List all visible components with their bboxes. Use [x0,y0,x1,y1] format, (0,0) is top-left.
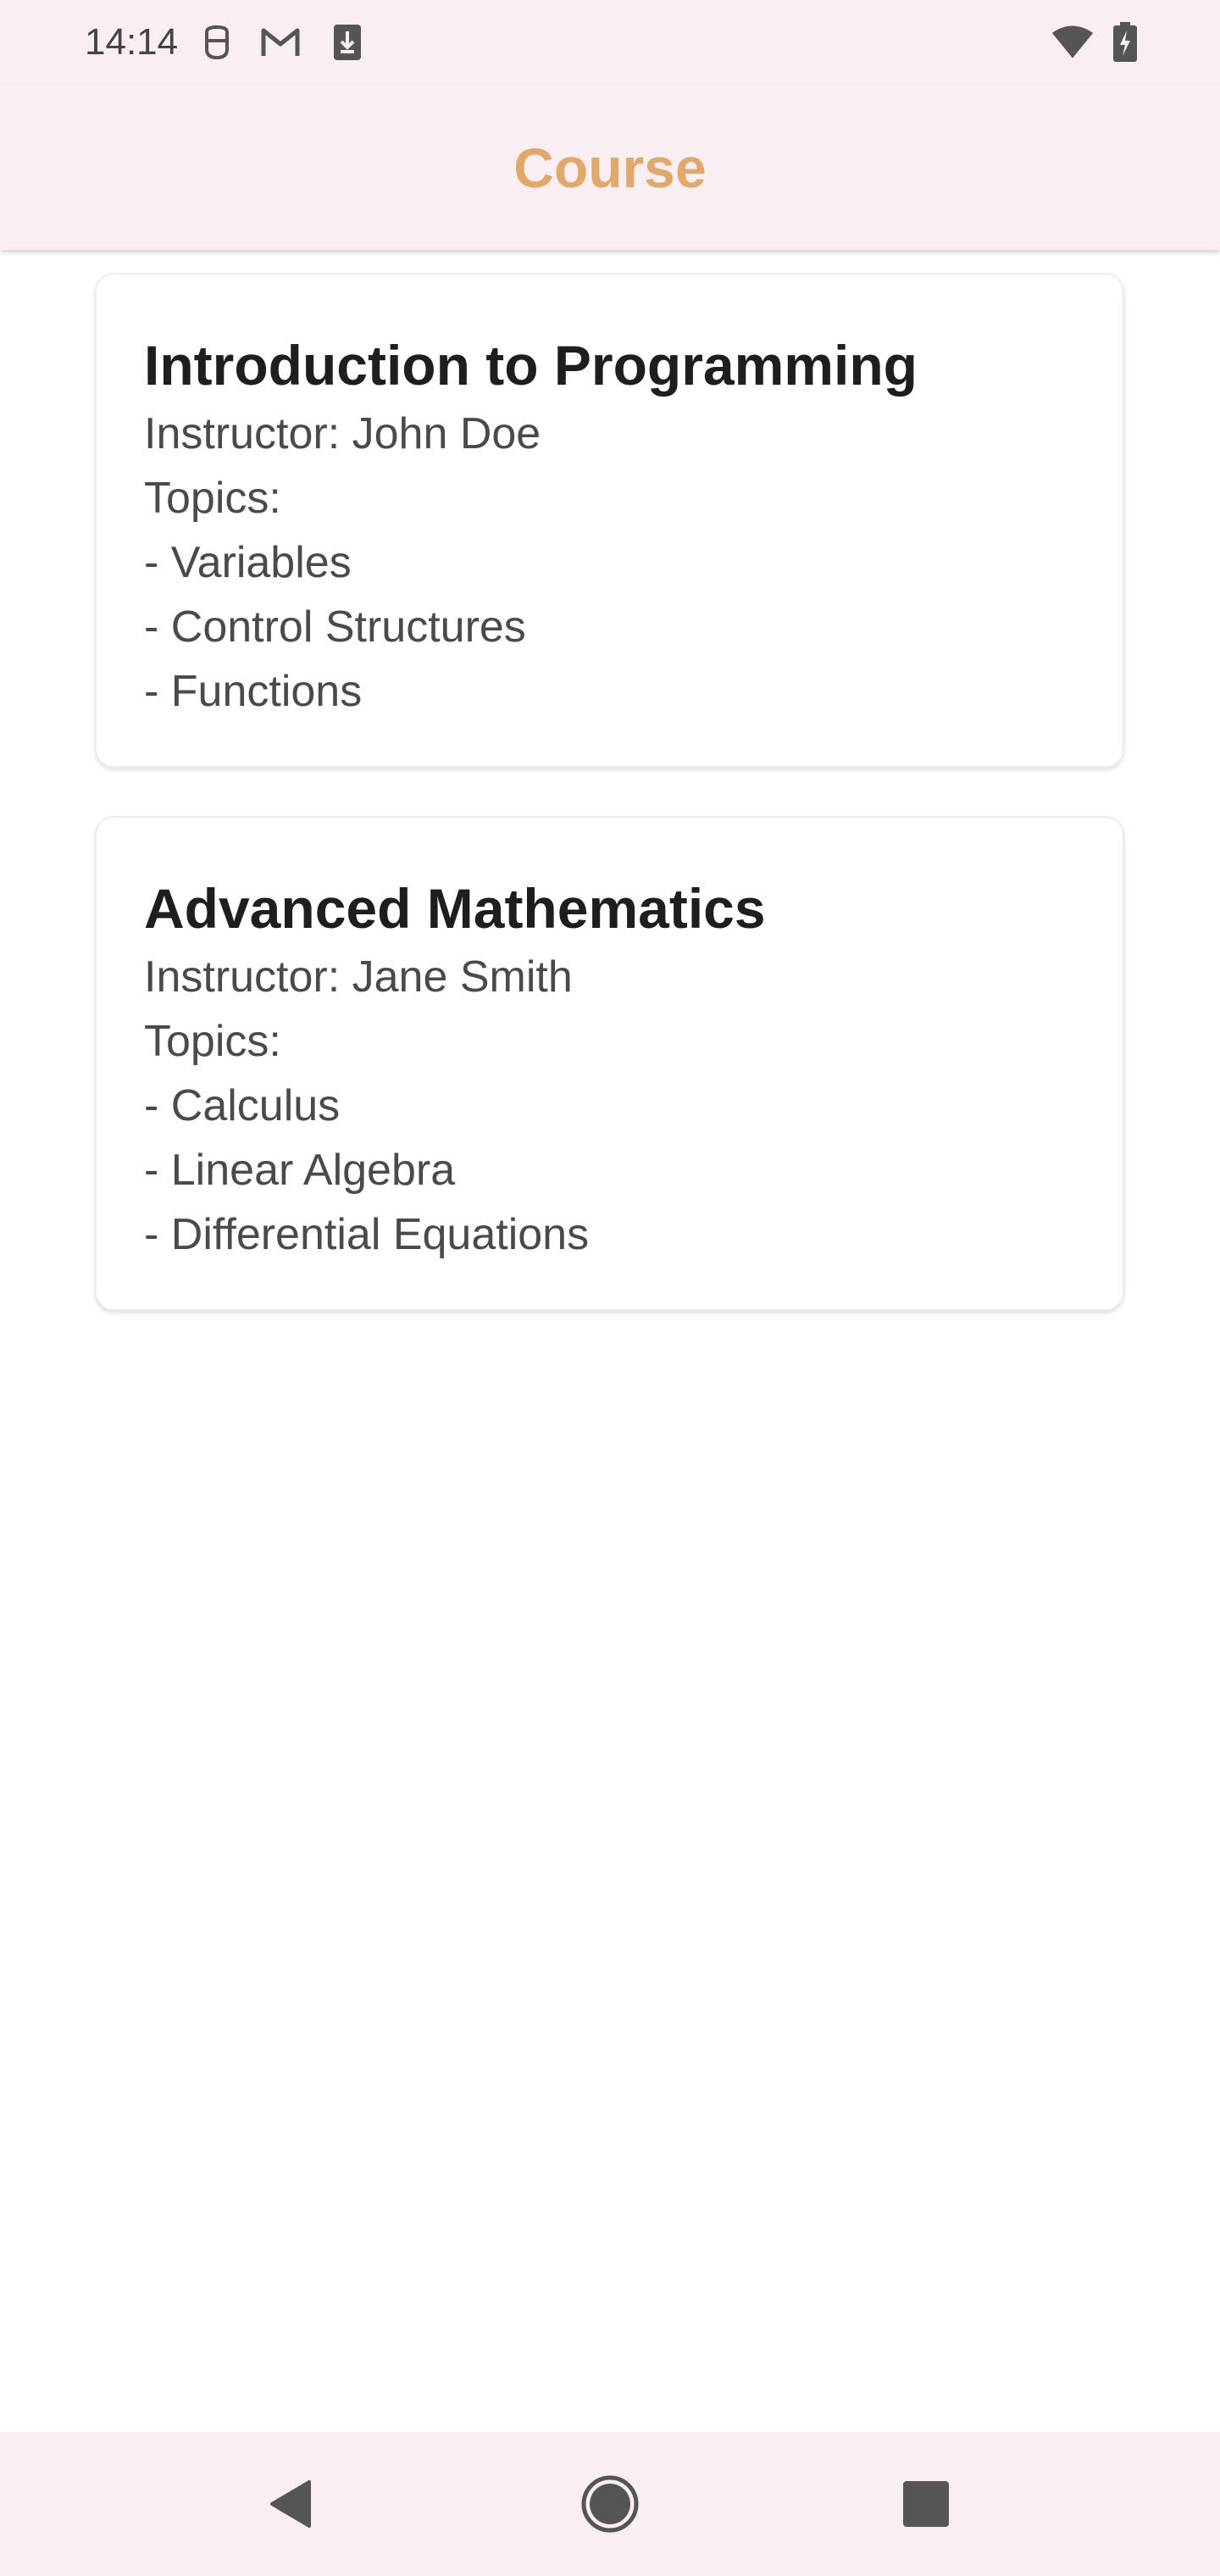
course-instructor: Instructor: John Doe [144,409,541,458]
gmail-icon [258,20,302,64]
download-icon [325,20,369,64]
page-title: Course [513,136,707,199]
topic-item: - Calculus [144,1081,341,1130]
status-time: 14:14 [85,21,179,63]
topic-item: - Functions [144,667,363,716]
course-title: Introduction to Programming [144,334,918,397]
course-card[interactable]: Introduction to Programming Instructor: … [95,273,1124,768]
back-icon[interactable] [252,2466,329,2542]
face-notification-icon [195,20,239,64]
course-title: Advanced Mathematics [144,877,766,940]
topics-label: Topics: [144,1017,281,1066]
battery-charging-icon [1103,20,1147,64]
topic-item: - Differential Equations [144,1210,590,1259]
course-card[interactable]: Advanced Mathematics Instructor: Jane Sm… [95,816,1124,1311]
topic-item: - Control Structures [144,602,526,652]
wifi-icon [1051,20,1095,64]
topic-item: - Variables [144,538,352,587]
navigation-bar [0,2432,1220,2576]
course-instructor: Instructor: Jane Smith [144,952,573,1002]
home-icon[interactable] [572,2466,648,2542]
topic-item: - Linear Algebra [144,1146,456,1195]
app-bar: Course [0,85,1220,250]
status-bar: 14:14 [0,0,1220,85]
topics-label: Topics: [144,474,281,523]
recents-icon[interactable] [888,2466,964,2542]
